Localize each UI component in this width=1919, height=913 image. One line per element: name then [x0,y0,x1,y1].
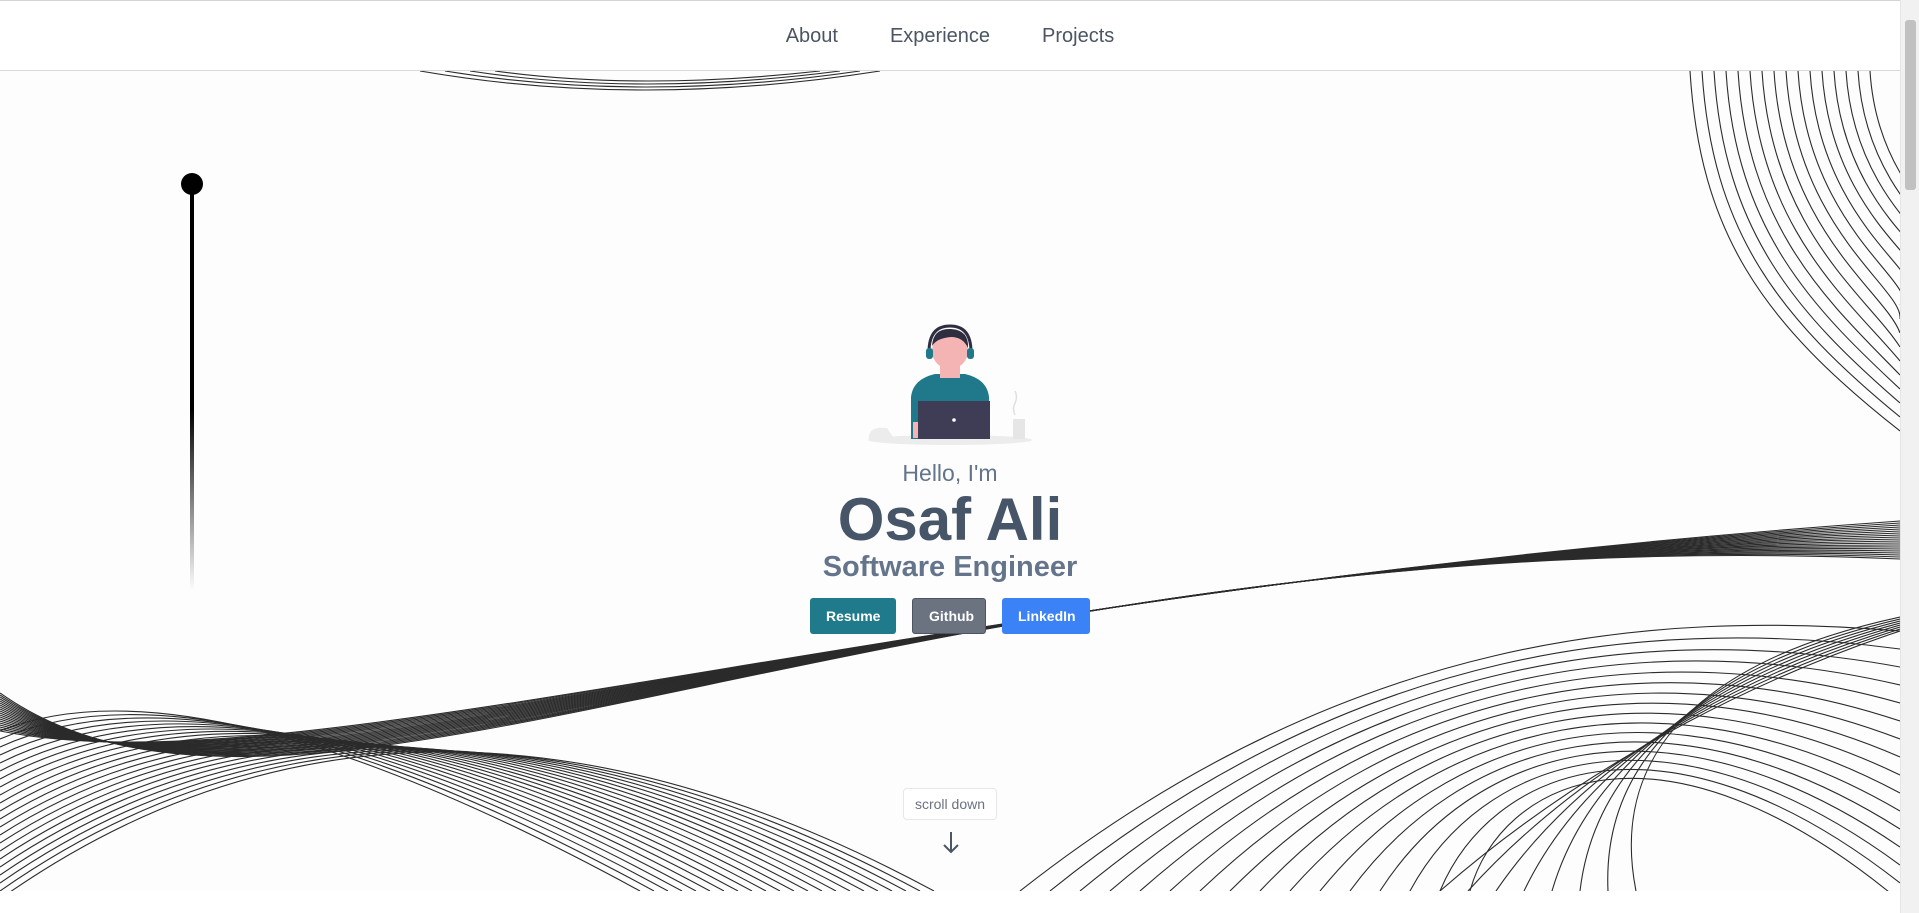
nav-link-experience[interactable]: Experience [890,25,990,48]
main-nav: About Experience Projects [0,1,1900,71]
hero-buttons: Resume Github LinkedIn [810,598,1090,634]
resume-button[interactable]: Resume [810,598,896,634]
hero-greeting: Hello, I'm [902,460,998,486]
scrollbar-thumb[interactable] [1905,20,1916,190]
github-button[interactable]: Github [912,598,986,634]
hero-section: Hello, I'm Osaf Ali Software Engineer Re… [0,322,1900,634]
top-nav-bar: About Experience Projects [0,0,1900,71]
hero-name: Osaf Ali [837,486,1063,553]
arrow-down-icon[interactable] [940,830,962,856]
hero-role: Software Engineer [822,551,1078,583]
developer-illustration [868,324,1032,445]
scroll-down-hint[interactable]: scroll down [903,788,997,820]
nav-link-projects[interactable]: Projects [1042,25,1114,48]
linkedin-button[interactable]: LinkedIn [1002,598,1090,634]
nav-link-about[interactable]: About [786,25,838,48]
page-scrollbar[interactable] [1900,0,1919,913]
page-bottom-edge [0,891,1900,913]
